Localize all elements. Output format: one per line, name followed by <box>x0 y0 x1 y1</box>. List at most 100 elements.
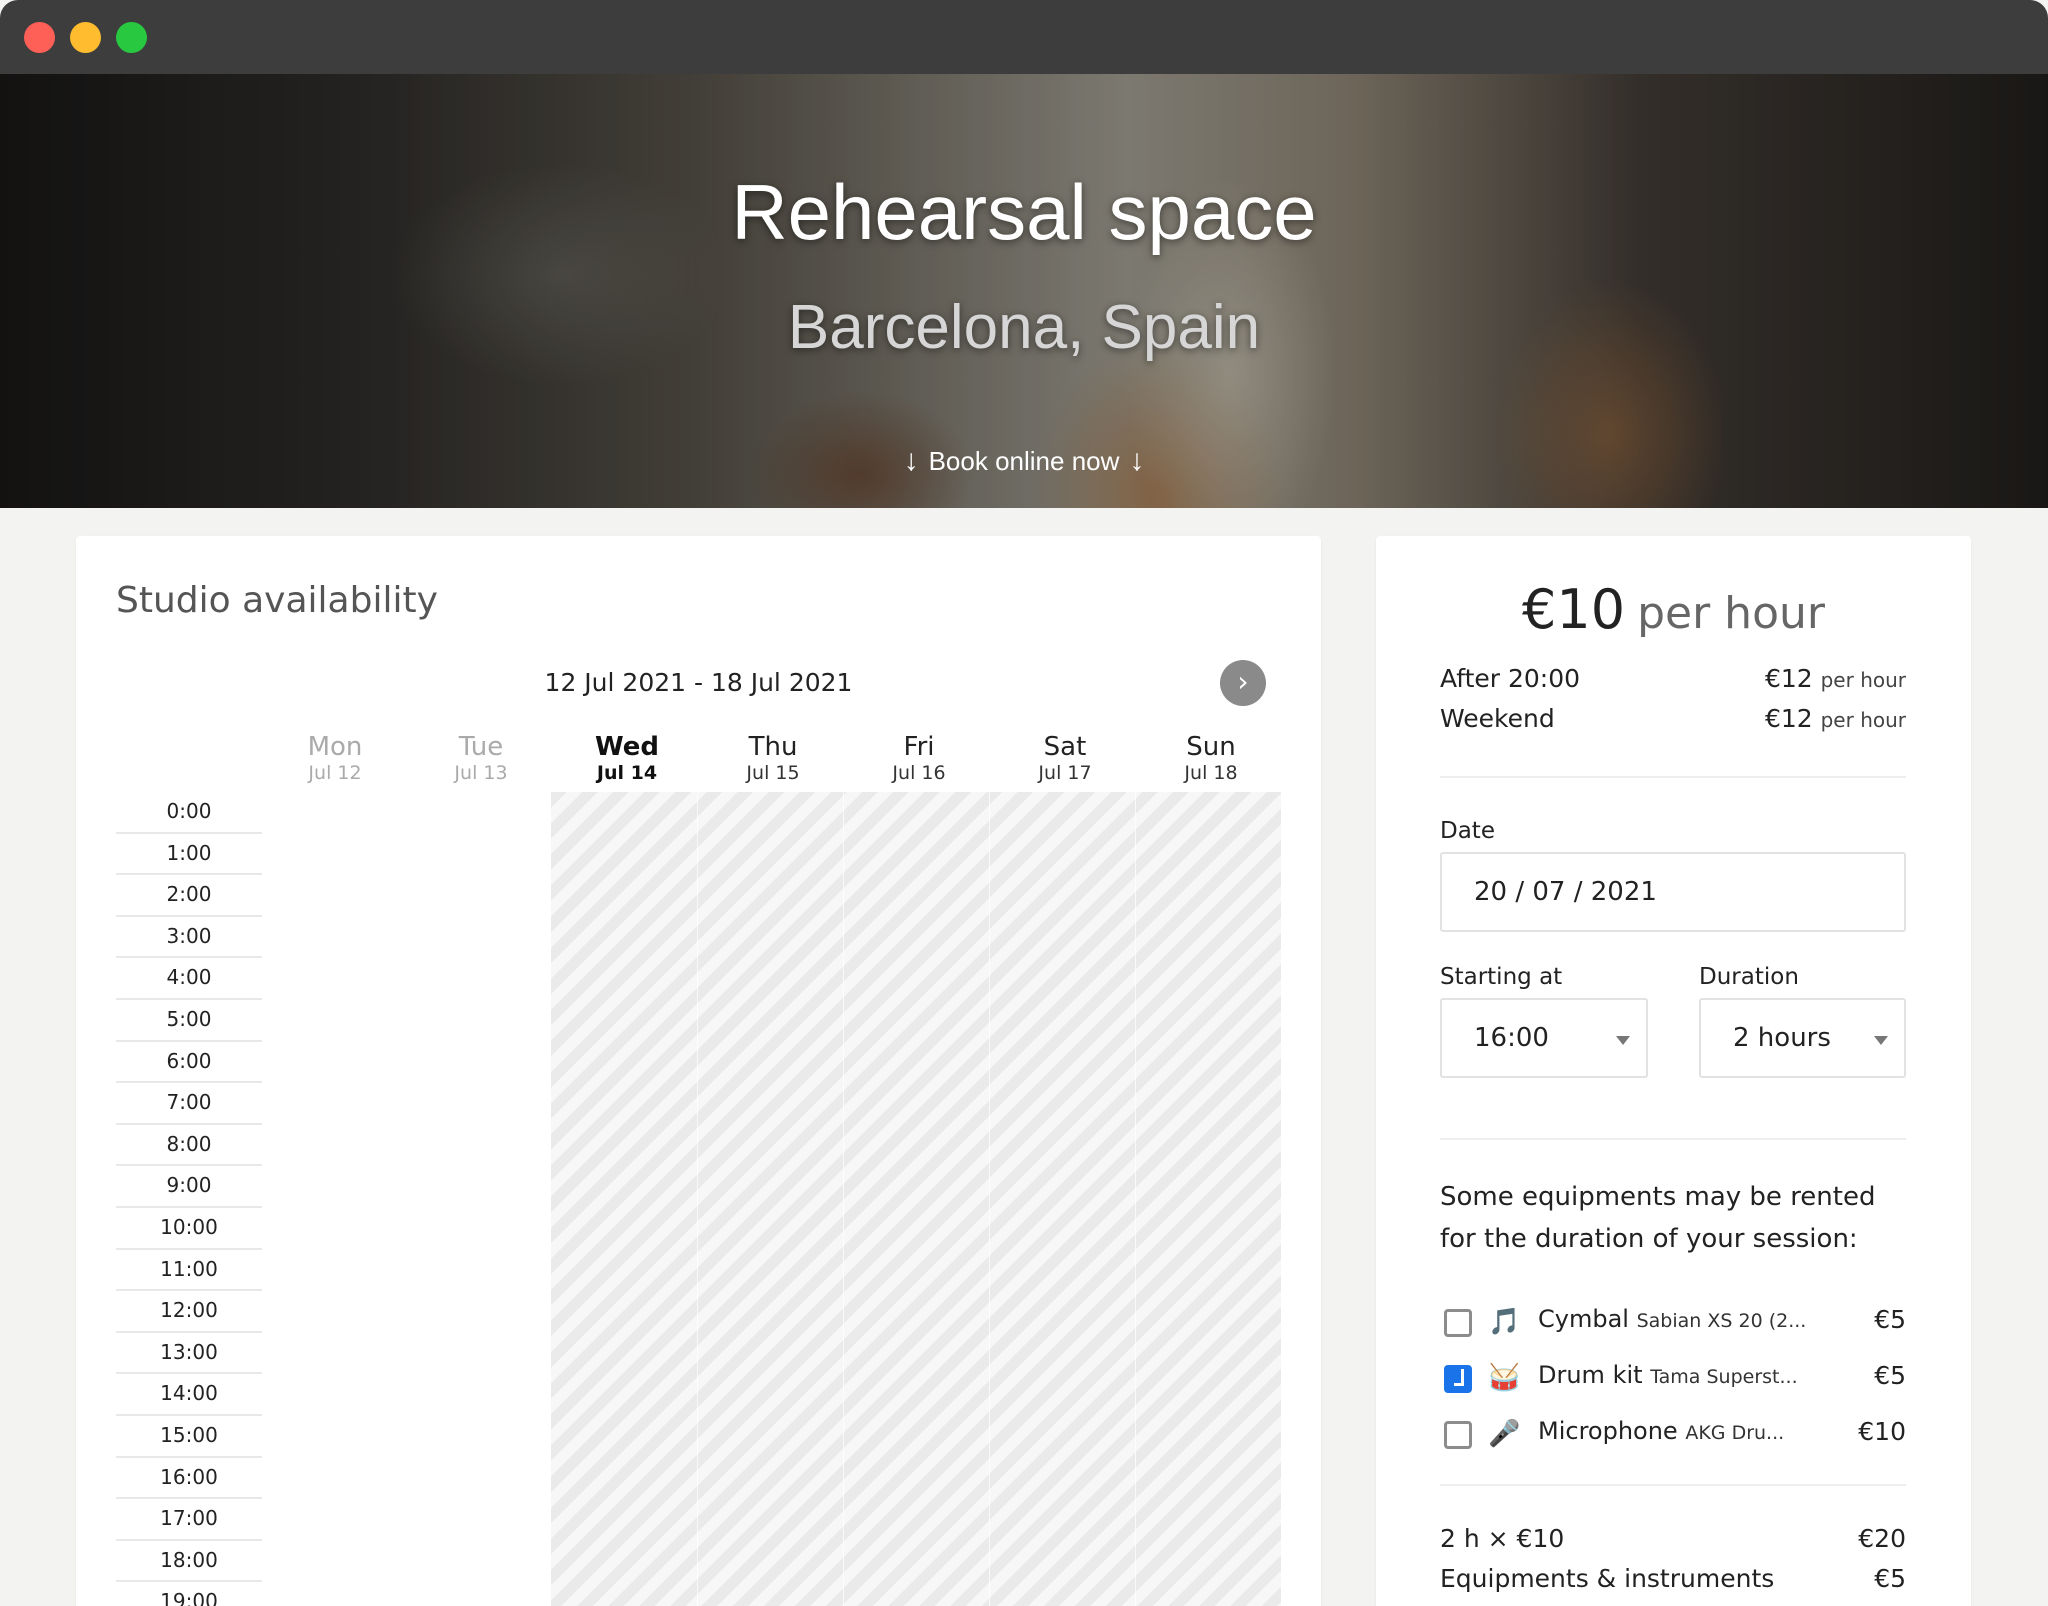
price-amount: €10 <box>1522 578 1626 641</box>
hour-label: 6:00 <box>116 1042 262 1084</box>
maximize-window-button[interactable] <box>116 22 147 53</box>
rate-price: €12 <box>1764 664 1813 693</box>
day-header: Thu Jul 15 <box>700 732 846 784</box>
close-window-button[interactable] <box>24 22 55 53</box>
hour-label: 15:00 <box>116 1416 262 1458</box>
day-header: Wed Jul 14 <box>554 732 700 784</box>
chevron-down-icon <box>1874 1036 1888 1045</box>
rate-row: Weekend €12 per hour <box>1440 704 1906 733</box>
day-name: Sat <box>1043 732 1087 762</box>
availability-card: Studio availability 12 Jul 2021 - 18 Jul… <box>76 536 1321 1606</box>
date-field[interactable]: 20 / 07 / 2021 <box>1440 852 1906 932</box>
equipment-item[interactable]: 🎵 Cymbal Sabian XS 20 (2... €5 <box>1444 1302 1906 1342</box>
hour-labels: 0:00 1:00 2:00 3:00 4:00 5:00 6:00 7:00 8:00 9:00… <box>116 792 262 1606</box>
start-time-label: Starting at <box>1440 964 1563 990</box>
book-online-link[interactable]: ↓ Book online now ↓ <box>0 444 2048 478</box>
equipment-item[interactable]: 🎤 Microphone AKG Dru... €10 <box>1444 1414 1906 1454</box>
day-name: Wed <box>595 732 659 762</box>
hour-label: 11:00 <box>116 1250 262 1292</box>
day-header: Fri Jul 16 <box>846 732 992 784</box>
hour-label: 4:00 <box>116 958 262 1000</box>
rate-label: After 20:00 <box>1440 664 1581 693</box>
rate-price: €12 <box>1764 704 1813 733</box>
day-header: Sat Jul 17 <box>992 732 1138 784</box>
drum-icon: 🥁 <box>1488 1363 1521 1393</box>
grid-column-divider <box>989 792 990 1606</box>
day-header: Mon Jul 12 <box>262 732 408 784</box>
arrow-down-icon: ↓ <box>1129 444 1145 477</box>
grid-column-divider <box>1135 792 1136 1606</box>
availability-grid <box>551 792 1281 1606</box>
hour-label: 1:00 <box>116 834 262 876</box>
chevron-right-icon: › <box>1237 665 1249 698</box>
rate-unit: per hour <box>1820 668 1906 692</box>
summary-label: Equipments & instruments <box>1440 1564 1775 1593</box>
next-week-button[interactable]: › <box>1220 660 1266 706</box>
book-online-label: Book online now <box>928 446 1120 476</box>
hour-label: 16:00 <box>116 1458 262 1500</box>
start-time-value: 16:00 <box>1474 1023 1549 1053</box>
hour-label: 2:00 <box>116 875 262 917</box>
start-time-select[interactable]: 16:00 <box>1440 998 1648 1078</box>
grid-column-divider <box>697 792 698 1606</box>
equipment-price: €10 <box>1858 1417 1906 1446</box>
day-date: Jul 15 <box>746 762 800 784</box>
day-name: Fri <box>903 732 935 762</box>
equipment-detail: AKG Dru... <box>1685 1422 1785 1444</box>
arrow-down-icon: ↓ <box>903 444 919 477</box>
day-date: Jul 16 <box>892 762 946 784</box>
hour-label: 18:00 <box>116 1541 262 1583</box>
day-date: Jul 12 <box>308 762 362 784</box>
minimize-window-button[interactable] <box>70 22 101 53</box>
divider <box>1440 1138 1906 1140</box>
divider <box>1440 1484 1906 1486</box>
summary-row: Equipments & instruments €5 <box>1440 1564 1906 1593</box>
equipment-checkbox[interactable] <box>1444 1421 1472 1449</box>
hour-label: 3:00 <box>116 917 262 959</box>
summary-value: €20 <box>1858 1524 1906 1553</box>
duration-select[interactable]: 2 hours <box>1699 998 1906 1078</box>
equipment-checkbox[interactable] <box>1444 1365 1472 1393</box>
equipment-item[interactable]: 🥁 Drum kit Tama Superst... €5 <box>1444 1358 1906 1398</box>
day-date: Jul 13 <box>454 762 508 784</box>
base-price: €10 per hour <box>1376 578 1971 641</box>
hero-title: Rehearsal space <box>731 168 1317 256</box>
equipment-detail: Sabian XS 20 (2... <box>1636 1310 1807 1332</box>
hour-label: 7:00 <box>116 1083 262 1125</box>
chevron-down-icon <box>1616 1036 1630 1045</box>
hero-banner: Rehearsal space Barcelona, Spain ↓ Book o… <box>0 74 2048 508</box>
hour-label: 0:00 <box>116 792 262 834</box>
rate-label: Weekend <box>1440 704 1555 733</box>
day-header: Sun Jul 18 <box>1138 732 1284 784</box>
equipment-checkbox[interactable] <box>1444 1309 1472 1337</box>
day-date: Jul 17 <box>1038 762 1092 784</box>
equipment-name: Drum kit <box>1538 1361 1643 1389</box>
availability-title: Studio availability <box>116 580 438 621</box>
day-name: Thu <box>748 732 798 762</box>
day-name: Mon <box>307 732 363 762</box>
equipment-name: Microphone <box>1538 1417 1678 1445</box>
microphone-icon: 🎤 <box>1488 1419 1521 1449</box>
summary-label: 2 h × €10 <box>1440 1524 1565 1553</box>
hour-label: 9:00 <box>116 1166 262 1208</box>
day-date: Jul 14 <box>596 762 658 784</box>
rate-row: After 20:00 €12 per hour <box>1440 664 1906 693</box>
hour-label: 5:00 <box>116 1000 262 1042</box>
hour-label: 8:00 <box>116 1125 262 1167</box>
booking-card: €10 per hour After 20:00 €12 per hour Wee… <box>1376 536 1971 1606</box>
divider <box>1440 776 1906 778</box>
rate-unit: per hour <box>1820 708 1906 732</box>
equipment-price: €5 <box>1874 1305 1906 1334</box>
hour-label: 12:00 <box>116 1291 262 1333</box>
window-titlebar <box>0 0 2048 74</box>
hour-label: 10:00 <box>116 1208 262 1250</box>
week-range: 12 Jul 2021 - 18 Jul 2021 <box>544 668 853 697</box>
summary-value: €5 <box>1874 1564 1906 1593</box>
day-date: Jul 18 <box>1184 762 1238 784</box>
duration-value: 2 hours <box>1733 1023 1831 1053</box>
hour-label: 14:00 <box>116 1374 262 1416</box>
duration-label: Duration <box>1699 964 1799 990</box>
day-header: Tue Jul 13 <box>408 732 554 784</box>
date-label: Date <box>1440 818 1495 844</box>
equipment-price: €5 <box>1874 1361 1906 1390</box>
